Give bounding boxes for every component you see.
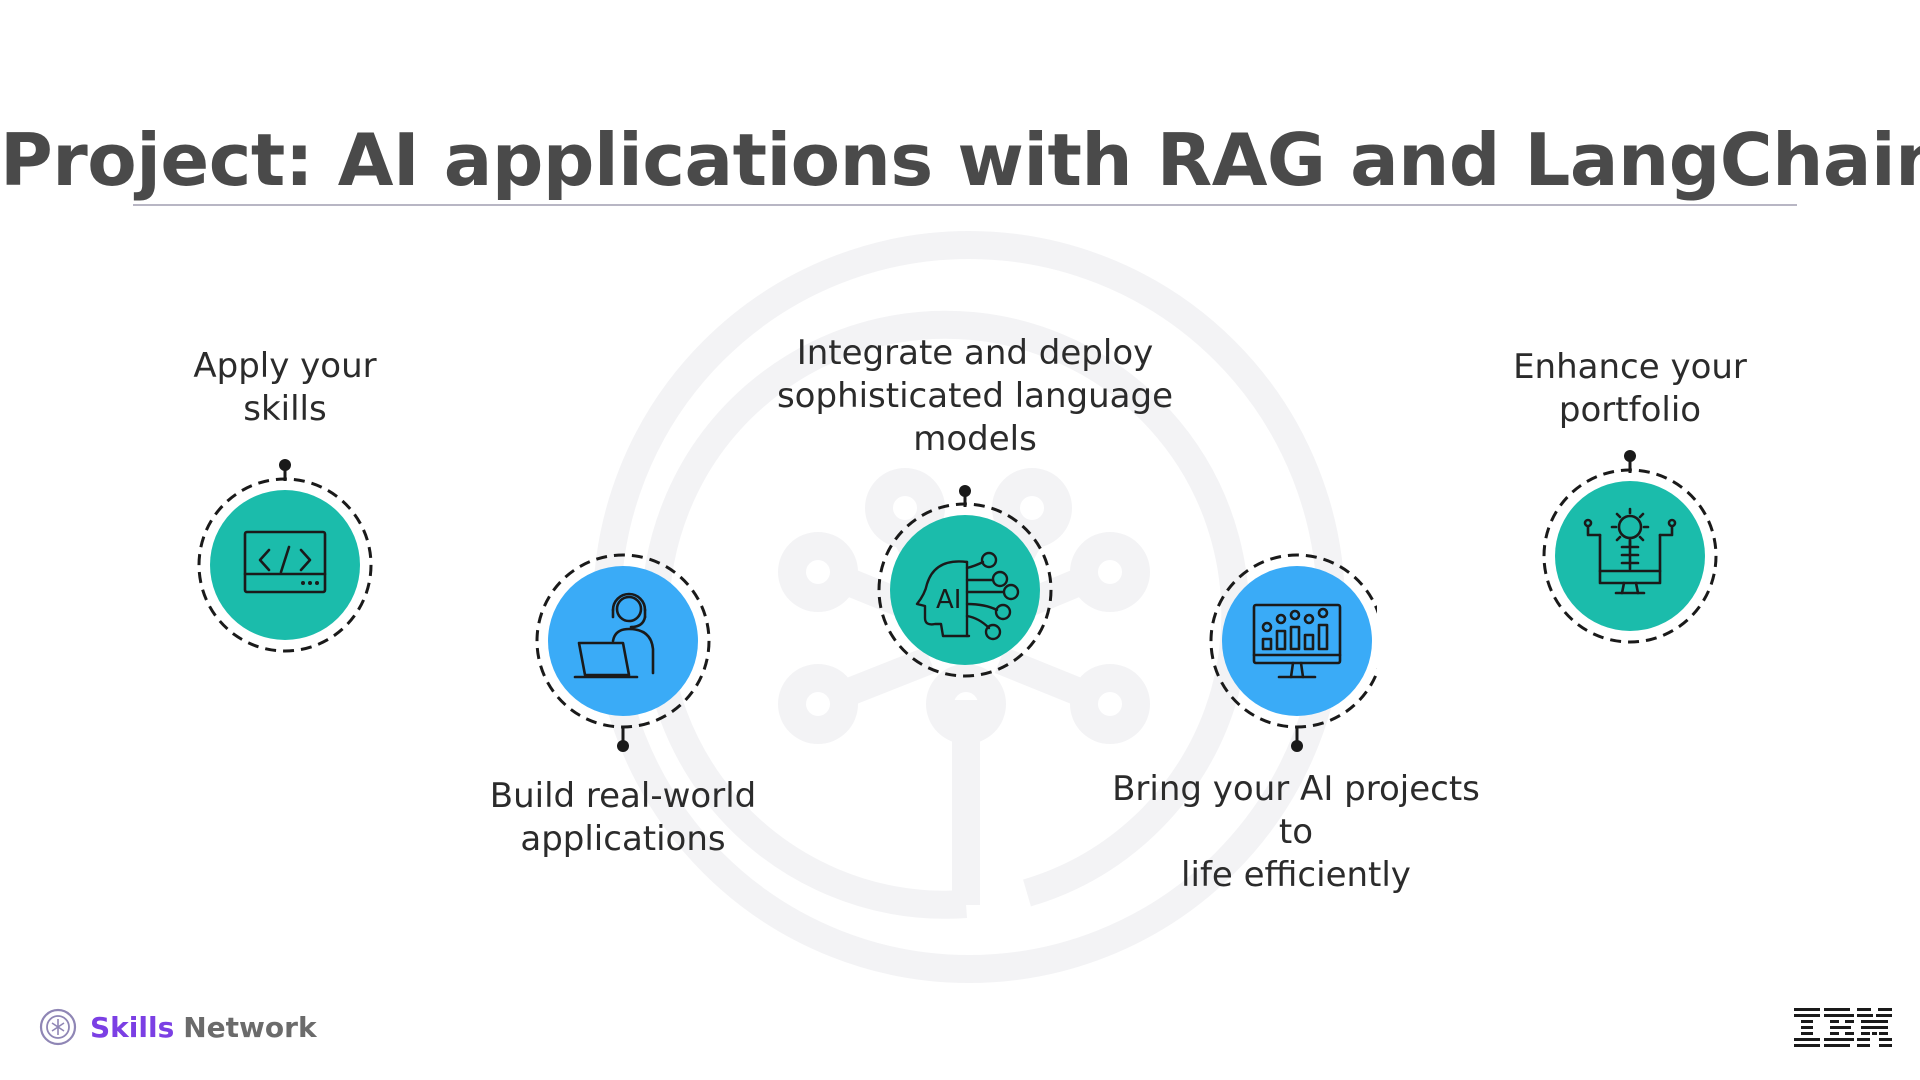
skills-network-logo: Skills Network — [38, 1007, 317, 1047]
brand-name-skills: Skills — [90, 1010, 175, 1044]
brand-name-network: Network — [183, 1010, 317, 1044]
step-3-label: Integrate and deploy sophisticated langu… — [776, 333, 1174, 459]
code-window-icon — [197, 459, 373, 653]
step-4-label: Bring your AI projects to life efficient… — [1112, 769, 1480, 895]
skills-network-logo-icon — [39, 1008, 77, 1046]
ai-head-network-icon: AI — [877, 485, 1053, 678]
ai-text-glyph: AI — [936, 585, 961, 615]
step-5-label: Enhance your portfolio — [1513, 347, 1747, 430]
dashboard-monitor-icon — [1209, 553, 1377, 752]
step-1-icon — [197, 459, 373, 653]
step-5-icon — [1542, 450, 1718, 644]
ibm-logo — [1794, 1008, 1892, 1047]
gear-monitor-icon — [1542, 450, 1718, 644]
step-4-icon — [1209, 553, 1377, 752]
title-underline — [133, 204, 1797, 206]
slide: Project: AI applications with RAG and La… — [0, 0, 1920, 1080]
step-1-label: Apply your skills — [193, 346, 377, 429]
slide-title: Project: AI applications with RAG and La… — [0, 118, 1920, 202]
step-2-icon — [535, 553, 711, 752]
step-2-label: Build real-world applications — [489, 776, 757, 859]
support-agent-laptop-icon — [535, 553, 711, 752]
step-3-icon: AI — [877, 485, 1053, 678]
